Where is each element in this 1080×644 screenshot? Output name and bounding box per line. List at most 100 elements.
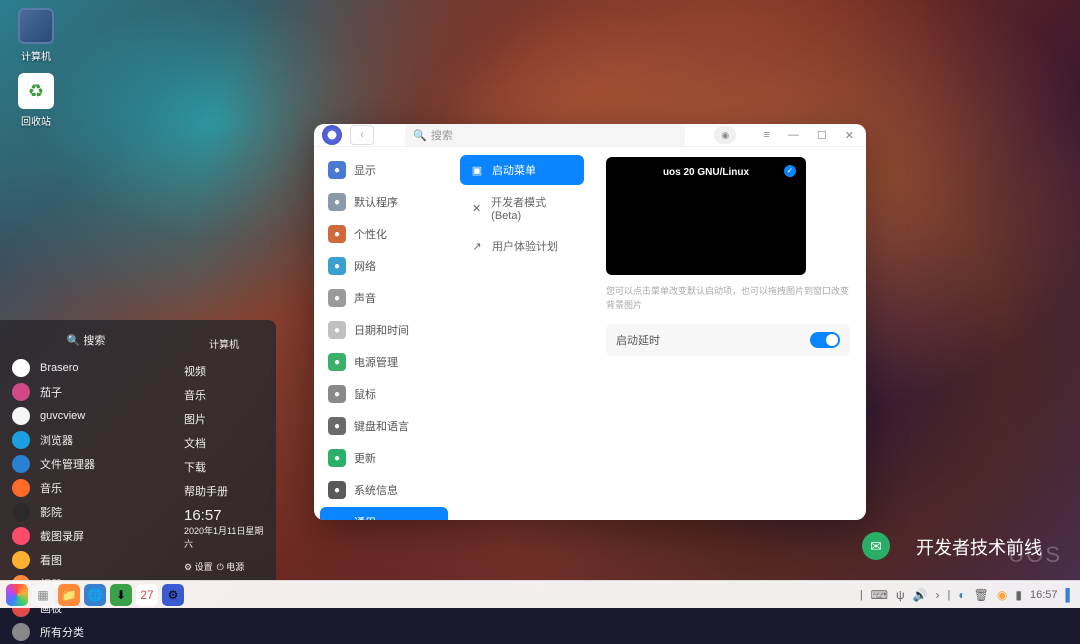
subnav-item[interactable]: ▣启动菜单 [460, 155, 584, 185]
back-button[interactable]: ‹ [350, 125, 374, 145]
sidebar-item[interactable]: ●个性化 [320, 219, 448, 249]
launcher-button[interactable] [6, 584, 28, 606]
search-icon: 🔍 [413, 129, 427, 142]
multitask-button[interactable]: ▦ [32, 584, 54, 606]
sidebar-item[interactable]: ●网络 [320, 251, 448, 281]
subnav-icon: ▣ [470, 164, 484, 177]
start-app-item[interactable]: 截图录屏 [0, 524, 172, 548]
close-button[interactable]: ✕ [841, 129, 858, 142]
taskbar-app-calendar[interactable]: 27 [136, 584, 158, 606]
sidebar-item[interactable]: ●日期和时间 [320, 315, 448, 345]
sidebar-icon: ● [328, 321, 346, 339]
start-folder-link[interactable]: 音乐 [178, 383, 270, 407]
sidebar-icon: ● [328, 289, 346, 307]
taskbar-app-settings[interactable]: ⚙ [162, 584, 184, 606]
taskbar-app-store[interactable]: ⬇ [110, 584, 132, 606]
start-app-item[interactable]: Brasero [0, 356, 172, 380]
sidebar-item[interactable]: ●声音 [320, 283, 448, 313]
start-app-item[interactable]: 影院 [0, 500, 172, 524]
usb-icon[interactable]: ψ [896, 588, 905, 602]
tray-divider: | [860, 589, 863, 601]
start-date: 2020年1月11日星期六 [178, 524, 270, 556]
minimize-button[interactable]: — [784, 129, 803, 142]
menu-button[interactable]: ≡ [759, 129, 773, 142]
sidebar-item[interactable]: ●通用 [320, 507, 448, 520]
subnav-item[interactable]: ✕开发者模式 (Beta) [460, 187, 584, 229]
start-folder-link[interactable]: 图片 [178, 407, 270, 431]
taskbar: ▦ 📁 🌐 ⬇ 27 ⚙ | ⌨ ψ 🔊 › | ◐ 🗑 ◉ ▮ 16:57 ▌ [0, 580, 1080, 608]
show-desktop-button[interactable]: ▌ [1065, 588, 1074, 602]
start-search[interactable]: 🔍 搜索 [0, 328, 172, 356]
deepin-icon[interactable]: ◐ [958, 588, 965, 602]
taskbar-app-browser[interactable]: 🌐 [84, 584, 106, 606]
start-app-item[interactable]: 浏览器 [0, 428, 172, 452]
user-name: 计算机 [178, 336, 270, 351]
tray-divider: | [948, 589, 951, 601]
sidebar-item[interactable]: ●默认程序 [320, 187, 448, 217]
settings-window: ‹ 🔍 搜索 ◉ ≡ — ☐ ✕ ●显示●默认程序●个性化●网络●声音●日期和时… [314, 124, 866, 520]
sidebar-icon: ● [328, 513, 346, 520]
boot-preview[interactable]: uos 20 GNU/Linux ✓ [606, 157, 806, 275]
settings-content: uos 20 GNU/Linux ✓ 您可以点击菜单改变默认启动项，也可以拖拽图… [590, 147, 866, 520]
notification-icon[interactable]: ◉ [997, 588, 1007, 602]
start-all-categories[interactable]: 所有分类 [0, 620, 172, 644]
sidebar-item[interactable]: ●显示 [320, 155, 448, 185]
titlebar[interactable]: ‹ 🔍 搜索 ◉ ≡ — ☐ ✕ [314, 124, 866, 147]
wechat-icon: ✉ [862, 532, 890, 560]
desktop-icon-computer[interactable]: 计算机 [8, 8, 64, 63]
app-icon [12, 503, 30, 521]
app-icon [12, 623, 30, 641]
start-power-button[interactable]: ⏻ 电源 [217, 560, 245, 573]
sidebar-item[interactable]: ●系统信息 [320, 475, 448, 505]
sidebar-item[interactable]: ●电源管理 [320, 347, 448, 377]
boot-hint: 您可以点击菜单改变默认启动项，也可以拖拽图片到窗口改变背景图片 [606, 285, 850, 312]
volume-icon[interactable]: 🔊 [913, 588, 928, 602]
boot-delay-toggle[interactable] [810, 332, 840, 348]
trash-tray-icon[interactable]: 🗑 [974, 588, 989, 602]
check-icon: ✓ [784, 165, 796, 177]
start-folder-link[interactable]: 视频 [178, 359, 270, 383]
search-input[interactable]: 🔍 搜索 [405, 124, 685, 146]
sidebar-item[interactable]: ●更新 [320, 443, 448, 473]
sidebar-icon: ● [328, 225, 346, 243]
voice-button[interactable]: ◉ [714, 126, 736, 144]
sidebar-icon: ● [328, 161, 346, 179]
battery-icon[interactable]: ▮ [1015, 588, 1022, 602]
settings-sidebar: ●显示●默认程序●个性化●网络●声音●日期和时间●电源管理●鼠标●键盘和语言●更… [314, 147, 454, 520]
sidebar-icon: ● [328, 449, 346, 467]
taskbar-clock[interactable]: 16:57 [1030, 589, 1058, 601]
app-logo-icon [322, 125, 342, 145]
trash-icon [18, 73, 54, 109]
start-folder-link[interactable]: 下载 [178, 455, 270, 479]
start-app-item[interactable]: 音乐 [0, 476, 172, 500]
start-app-item[interactable]: guvcview [0, 404, 172, 428]
desktop-icon-trash[interactable]: 回收站 [8, 73, 64, 128]
settings-subnav: ▣启动菜单✕开发者模式 (Beta)↗用户体验计划 [454, 147, 590, 520]
subnav-icon: ✕ [470, 202, 483, 215]
start-app-item[interactable]: 茄子 [0, 380, 172, 404]
taskbar-app-files[interactable]: 📁 [58, 584, 80, 606]
sidebar-item[interactable]: ●鼠标 [320, 379, 448, 409]
subnav-item[interactable]: ↗用户体验计划 [460, 231, 584, 261]
app-icon [12, 431, 30, 449]
sidebar-item[interactable]: ●键盘和语言 [320, 411, 448, 441]
start-folder-link[interactable]: 帮助手册 [178, 479, 270, 503]
sidebar-icon: ● [328, 193, 346, 211]
boot-delay-label: 启动延时 [616, 332, 660, 348]
sidebar-icon: ● [328, 417, 346, 435]
chevron-right-icon[interactable]: › [936, 588, 940, 602]
start-menu: 🔍 搜索 Brasero茄子guvcview浏览器文件管理器音乐影院截图录屏看图… [0, 320, 276, 580]
wechat-text: 开发者技术前线 [916, 534, 1042, 560]
app-icon [12, 527, 30, 545]
start-app-item[interactable]: 看图 [0, 548, 172, 572]
keyboard-icon[interactable]: ⌨ [871, 588, 888, 602]
app-icon [12, 479, 30, 497]
boot-os-label: uos 20 GNU/Linux [606, 167, 806, 178]
app-icon [12, 383, 30, 401]
start-settings-button[interactable]: ⚙ 设置 [184, 560, 213, 573]
maximize-button[interactable]: ☐ [813, 129, 831, 142]
app-icon [12, 455, 30, 473]
desktop-icon-label: 回收站 [8, 113, 64, 128]
start-app-item[interactable]: 文件管理器 [0, 452, 172, 476]
start-folder-link[interactable]: 文档 [178, 431, 270, 455]
